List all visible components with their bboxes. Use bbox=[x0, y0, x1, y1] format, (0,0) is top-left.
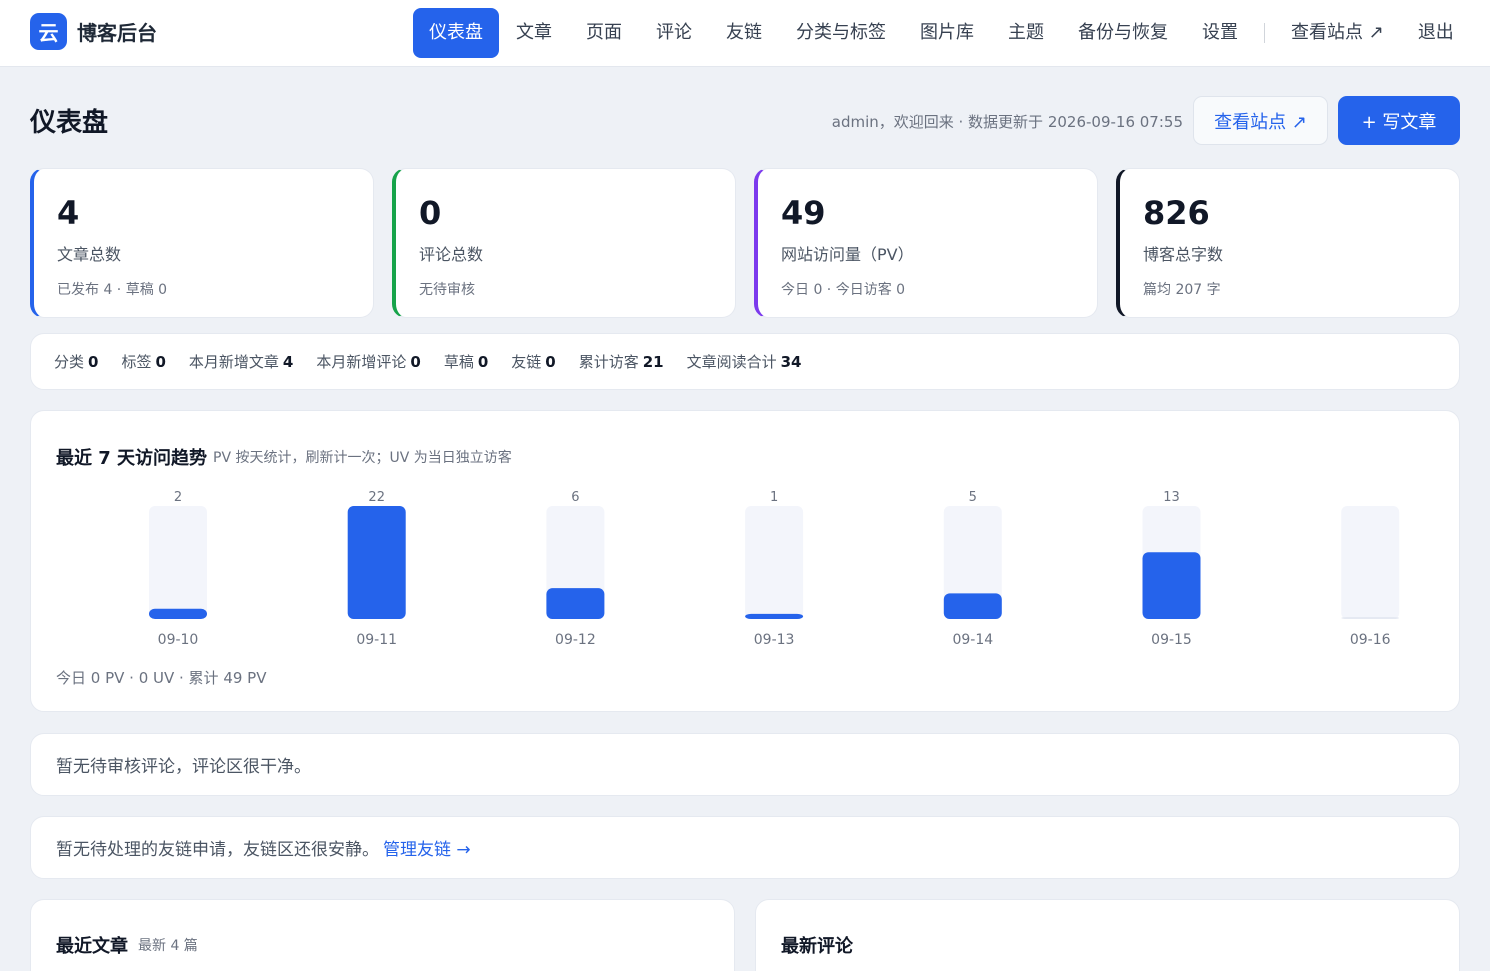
stat-label: 评论总数 bbox=[419, 245, 484, 264]
bar-value-label: 2 bbox=[174, 490, 182, 505]
summary-drafts: 草稿 0 bbox=[443, 353, 489, 371]
recent-comments-title: 最新评论 bbox=[781, 936, 853, 957]
stat-sub: 无待审核 bbox=[419, 282, 475, 298]
pending-links-notice: 暂无待处理的友链申请，友链区还很安静。 管理友链 → bbox=[30, 816, 1460, 879]
summary-strip: 分类 0 标签 0 本月新增文章 4 本月新增评论 0 草稿 0 友链 0 累计访客 21 文… bbox=[30, 333, 1460, 390]
x-tick-label: 09-10 bbox=[158, 632, 199, 648]
nav-posts[interactable]: 文章 bbox=[499, 8, 569, 58]
stat-value: 0 bbox=[419, 194, 442, 232]
x-tick-label: 09-13 bbox=[754, 632, 795, 648]
nav-divider bbox=[1264, 23, 1265, 43]
stat-sub: 今日 0 · 今日访客 0 bbox=[781, 282, 906, 298]
recent-posts-subtitle: 最新 4 篇 bbox=[138, 938, 198, 954]
recent-comments-panel: 最新评论 bbox=[755, 899, 1460, 971]
brand-name: 博客后台 bbox=[77, 21, 157, 45]
nav-links[interactable]: 友链 bbox=[709, 8, 779, 58]
summary-tags: 标签 0 bbox=[121, 353, 166, 371]
visit-bar-chart: 2 09-10 22 09-11 6 09-12 1 09-13 5 09-14 13 09-15 09… bbox=[149, 490, 1400, 648]
page-title: 仪表盘 bbox=[30, 108, 109, 138]
bar-value-label: 1 bbox=[770, 490, 778, 505]
stat-label: 博客总字数 bbox=[1143, 245, 1224, 264]
bar-value-label: 22 bbox=[368, 490, 385, 505]
x-tick-label: 09-16 bbox=[1350, 632, 1391, 648]
manage-links-link[interactable]: 管理友链 → bbox=[383, 835, 471, 860]
view-site-button[interactable]: 查看站点 ↗ bbox=[1193, 96, 1328, 145]
bar-track bbox=[149, 506, 207, 619]
write-post-button[interactable]: + 写文章 bbox=[1338, 96, 1460, 145]
bar-value-label: 5 bbox=[969, 490, 977, 505]
summary-links: 友链 0 bbox=[511, 353, 556, 371]
bar-09-15[interactable] bbox=[1142, 552, 1201, 619]
summary-reads: 文章阅读合计 34 bbox=[686, 353, 802, 371]
pending-links-text: 暂无待处理的友链申请，友链区还很安静。 bbox=[56, 840, 379, 860]
x-tick-label: 09-12 bbox=[555, 632, 596, 648]
cloud-logo-icon: 云 bbox=[30, 13, 67, 50]
visit-trend-card: 最近 7 天访问趋势 PV 按天统计，刷新计一次；UV 为当日独立访客 2 09-… bbox=[30, 410, 1460, 712]
x-tick-label: 09-15 bbox=[1151, 632, 1192, 648]
stat-card-pageviews: 49 网站访问量（PV） 今日 0 · 今日访客 0 bbox=[754, 168, 1098, 318]
welcome-text: admin，欢迎回来 · 数据更新于 2026-09-16 07:55 bbox=[831, 113, 1183, 131]
recent-posts-panel: 最近文章 最新 4 篇 bbox=[30, 899, 735, 971]
bar-09-11[interactable] bbox=[347, 506, 406, 619]
nav-view-site[interactable]: 查看站点 ↗ bbox=[1274, 8, 1401, 58]
nav-categories-tags[interactable]: 分类与标签 bbox=[779, 8, 903, 58]
summary-month-posts: 本月新增文章 4 bbox=[188, 353, 294, 371]
bar-value-label: 6 bbox=[571, 490, 579, 505]
x-tick-label: 09-14 bbox=[952, 632, 993, 648]
nav-pages[interactable]: 页面 bbox=[569, 8, 639, 58]
recent-posts-title: 最近文章 bbox=[56, 936, 128, 957]
top-navbar: 云 博客后台 仪表盘 文章 页面 评论 友链 分类与标签 图片库 主题 备份与恢… bbox=[0, 0, 1490, 67]
stat-value: 4 bbox=[57, 194, 80, 232]
stat-value: 49 bbox=[781, 194, 826, 232]
nav-backup[interactable]: 备份与恢复 bbox=[1061, 8, 1185, 58]
x-tick-label: 09-11 bbox=[356, 632, 397, 648]
bar-09-13[interactable] bbox=[745, 613, 804, 619]
bar-09-14[interactable] bbox=[943, 593, 1002, 619]
stat-label: 网站访问量（PV） bbox=[781, 245, 914, 264]
bar-09-10[interactable] bbox=[149, 608, 207, 619]
brand[interactable]: 云 博客后台 bbox=[30, 13, 157, 50]
stat-card-comments: 0 评论总数 无待审核 bbox=[392, 168, 736, 318]
summary-visitors: 累计访客 21 bbox=[578, 353, 664, 371]
nav-dashboard[interactable]: 仪表盘 bbox=[413, 8, 499, 58]
pending-comments-text: 暂无待审核评论，评论区很干净。 bbox=[56, 757, 311, 777]
pending-comments-notice: 暂无待审核评论，评论区很干净。 bbox=[30, 733, 1460, 796]
nav-themes[interactable]: 主题 bbox=[991, 8, 1061, 58]
stat-label: 文章总数 bbox=[57, 245, 122, 264]
stat-sub: 已发布 4 · 草稿 0 bbox=[57, 282, 168, 298]
bar-value-label: 13 bbox=[1163, 490, 1180, 505]
bar-09-12[interactable] bbox=[546, 588, 605, 619]
stat-card-word-count: 826 博客总字数 篇均 207 字 bbox=[1116, 168, 1460, 318]
bar-track bbox=[1341, 506, 1400, 619]
nav-comments[interactable]: 评论 bbox=[639, 8, 709, 58]
bar-09-16[interactable] bbox=[1341, 617, 1400, 619]
bar-track bbox=[745, 506, 804, 619]
nav-media[interactable]: 图片库 bbox=[903, 8, 991, 58]
main-nav: 仪表盘 文章 页面 评论 友链 分类与标签 图片库 主题 备份与恢复 设置 查看… bbox=[413, 8, 1471, 58]
summary-categories: 分类 0 bbox=[54, 353, 99, 371]
stat-card-posts: 4 文章总数 已发布 4 · 草稿 0 bbox=[30, 168, 374, 318]
nav-settings[interactable]: 设置 bbox=[1185, 8, 1255, 58]
stat-sub: 篇均 207 字 bbox=[1143, 282, 1221, 298]
chart-footer: 今日 0 PV · 0 UV · 累计 49 PV bbox=[56, 669, 267, 687]
nav-logout[interactable]: 退出 bbox=[1401, 8, 1471, 58]
summary-month-comments: 本月新增评论 0 bbox=[316, 353, 421, 371]
stat-value: 826 bbox=[1143, 194, 1210, 232]
